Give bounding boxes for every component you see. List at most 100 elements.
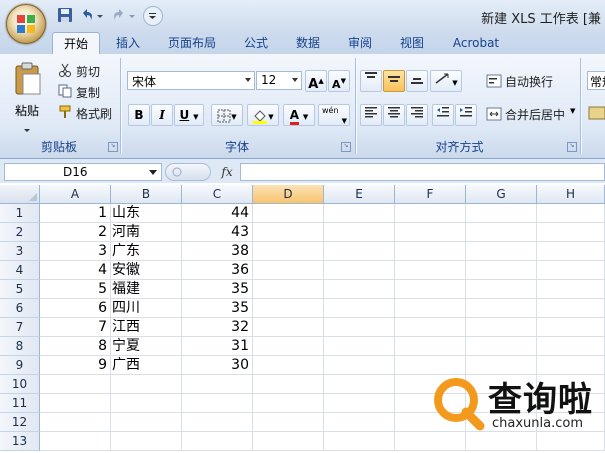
- cell[interactable]: [253, 356, 324, 375]
- cell[interactable]: [537, 337, 605, 356]
- align-right-button[interactable]: [406, 104, 428, 126]
- cell[interactable]: 安徽: [111, 261, 182, 280]
- paste-button[interactable]: 粘贴: [10, 60, 44, 132]
- column-header-a[interactable]: A: [40, 185, 111, 204]
- cell[interactable]: [466, 337, 537, 356]
- cell[interactable]: [324, 394, 395, 413]
- select-all-corner[interactable]: [0, 185, 40, 204]
- column-header-h[interactable]: H: [537, 185, 605, 204]
- cell[interactable]: [182, 413, 253, 432]
- grow-font-button[interactable]: A▲: [305, 70, 327, 92]
- cell[interactable]: [182, 394, 253, 413]
- column-header-e[interactable]: E: [324, 185, 395, 204]
- cell[interactable]: [324, 337, 395, 356]
- row-header[interactable]: 2: [0, 223, 40, 242]
- column-header-d[interactable]: D: [253, 185, 324, 204]
- increase-indent-button[interactable]: [455, 104, 477, 126]
- row-header[interactable]: 12: [0, 413, 40, 432]
- merge-center-button[interactable]: 合并后居中 ▼: [486, 105, 578, 123]
- cell[interactable]: [40, 432, 111, 451]
- formula-input[interactable]: [240, 163, 605, 181]
- cell[interactable]: [395, 299, 466, 318]
- cell[interactable]: [537, 299, 605, 318]
- redo-dropdown-icon[interactable]: [128, 10, 136, 20]
- cell[interactable]: [537, 261, 605, 280]
- row-header[interactable]: 8: [0, 337, 40, 356]
- cell[interactable]: [537, 280, 605, 299]
- cell[interactable]: 35: [182, 299, 253, 318]
- tab-home[interactable]: 开始: [52, 32, 100, 55]
- cell[interactable]: [324, 413, 395, 432]
- cell[interactable]: [324, 375, 395, 394]
- middle-align-button[interactable]: [383, 70, 405, 92]
- cell[interactable]: 山东: [111, 204, 182, 223]
- cell[interactable]: [253, 299, 324, 318]
- column-header-f[interactable]: F: [395, 185, 466, 204]
- number-format-select[interactable]: 常规: [587, 71, 605, 90]
- cell[interactable]: 36: [182, 261, 253, 280]
- cell[interactable]: [395, 204, 466, 223]
- cell[interactable]: [111, 432, 182, 451]
- save-icon[interactable]: [57, 7, 73, 23]
- cell[interactable]: [253, 242, 324, 261]
- row-header[interactable]: 13: [0, 432, 40, 451]
- shrink-font-button[interactable]: A▼: [328, 70, 350, 92]
- row-header[interactable]: 4: [0, 261, 40, 280]
- cell[interactable]: 福建: [111, 280, 182, 299]
- cell[interactable]: 38: [182, 242, 253, 261]
- cell[interactable]: [253, 413, 324, 432]
- cell[interactable]: 3: [40, 242, 111, 261]
- cell[interactable]: 5: [40, 280, 111, 299]
- cell[interactable]: [324, 318, 395, 337]
- fill-color-button[interactable]: ▼: [247, 104, 279, 126]
- cell[interactable]: 四川: [111, 299, 182, 318]
- row-header[interactable]: 1: [0, 204, 40, 223]
- top-align-button[interactable]: [360, 70, 382, 92]
- cell[interactable]: [111, 375, 182, 394]
- cell[interactable]: [466, 223, 537, 242]
- copy-button[interactable]: 复制: [58, 83, 118, 101]
- office-button[interactable]: [6, 4, 46, 44]
- cell[interactable]: 43: [182, 223, 253, 242]
- tab-insert[interactable]: 插入: [106, 32, 150, 54]
- column-header-b[interactable]: B: [111, 185, 182, 204]
- cell[interactable]: [182, 375, 253, 394]
- cell[interactable]: [537, 223, 605, 242]
- cell[interactable]: [182, 432, 253, 451]
- cell[interactable]: [466, 204, 537, 223]
- cell[interactable]: [253, 337, 324, 356]
- cell[interactable]: [466, 261, 537, 280]
- undo-icon[interactable]: [79, 7, 95, 23]
- cell[interactable]: [466, 318, 537, 337]
- insert-function-icon[interactable]: fx: [215, 163, 239, 181]
- cell[interactable]: [253, 261, 324, 280]
- cell[interactable]: [40, 394, 111, 413]
- chevron-down-icon[interactable]: [149, 170, 157, 175]
- row-header[interactable]: 7: [0, 318, 40, 337]
- cell[interactable]: [537, 242, 605, 261]
- cell[interactable]: 32: [182, 318, 253, 337]
- clipboard-launcher-icon[interactable]: ↘: [108, 142, 118, 152]
- cell[interactable]: [111, 413, 182, 432]
- tab-formulas[interactable]: 公式: [234, 32, 278, 54]
- cell[interactable]: [395, 337, 466, 356]
- cell[interactable]: [324, 280, 395, 299]
- tab-acrobat[interactable]: Acrobat: [446, 32, 506, 54]
- cell[interactable]: 44: [182, 204, 253, 223]
- row-header[interactable]: 6: [0, 299, 40, 318]
- tab-review[interactable]: 审阅: [338, 32, 382, 54]
- tab-data[interactable]: 数据: [286, 32, 330, 54]
- format-painter-button[interactable]: 格式刷: [58, 104, 118, 122]
- bottom-align-button[interactable]: [406, 70, 428, 92]
- italic-button[interactable]: I: [151, 104, 173, 126]
- cell[interactable]: [324, 261, 395, 280]
- cell[interactable]: [324, 299, 395, 318]
- cell[interactable]: 30: [182, 356, 253, 375]
- column-header-g[interactable]: G: [466, 185, 537, 204]
- undo-dropdown-icon[interactable]: [96, 10, 104, 20]
- bold-button[interactable]: B: [128, 104, 150, 126]
- cell[interactable]: [537, 318, 605, 337]
- cell[interactable]: 广东: [111, 242, 182, 261]
- cell[interactable]: [253, 375, 324, 394]
- cell[interactable]: 31: [182, 337, 253, 356]
